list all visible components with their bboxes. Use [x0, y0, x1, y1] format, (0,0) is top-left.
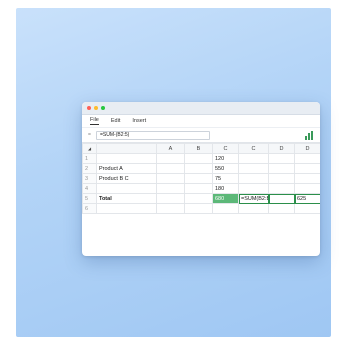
menu-file[interactable]: File	[90, 117, 99, 125]
column-header[interactable]	[96, 143, 157, 154]
cell[interactable]	[156, 193, 185, 204]
table-row: 1 120	[82, 153, 320, 164]
cell[interactable]	[96, 183, 157, 194]
cell[interactable]	[184, 193, 213, 204]
column-header-d[interactable]: D	[268, 143, 295, 154]
cell[interactable]	[238, 173, 269, 184]
cell[interactable]	[96, 203, 157, 214]
cell[interactable]	[294, 183, 320, 194]
cell[interactable]	[268, 203, 295, 214]
table-row: 3 Product B C 75	[82, 173, 320, 184]
cell[interactable]	[294, 153, 320, 164]
cell[interactable]: 75	[212, 173, 239, 184]
formula-input[interactable]: =SUM-(B2:5)	[96, 130, 210, 140]
cell[interactable]: 550	[212, 163, 239, 174]
cell[interactable]	[184, 153, 213, 164]
column-header-b[interactable]: B	[184, 143, 213, 154]
total-value-cell[interactable]: 680	[212, 193, 239, 204]
menu-bar: File Edit Insert	[82, 115, 320, 128]
spreadsheet-grid: ◢ A B C C D D 1 120 2 Product A 550 3 Pr…	[82, 143, 320, 214]
table-row-total: 5 Total 680 =SUM(B2:B5 625	[82, 193, 320, 204]
cell[interactable]: Product A	[96, 163, 157, 174]
formula-cell[interactable]: =SUM(B2:B5	[238, 193, 269, 204]
cell[interactable]	[294, 163, 320, 174]
bar-chart-icon[interactable]	[304, 130, 314, 140]
row-number[interactable]: 4	[82, 183, 97, 194]
minimize-window-icon[interactable]	[94, 106, 98, 110]
formula-bar: = =SUM-(B2:5)	[82, 128, 320, 143]
cell[interactable]	[238, 203, 269, 214]
cell[interactable]	[156, 163, 185, 174]
cell[interactable]	[96, 153, 157, 164]
cell[interactable]	[268, 173, 295, 184]
cell[interactable]	[212, 203, 239, 214]
cell[interactable]	[268, 153, 295, 164]
cell[interactable]	[184, 203, 213, 214]
cell[interactable]	[184, 183, 213, 194]
table-row: 4 180	[82, 183, 320, 194]
cell[interactable]	[156, 203, 185, 214]
cell[interactable]	[184, 173, 213, 184]
cell[interactable]	[156, 153, 185, 164]
title-bar	[82, 102, 320, 115]
column-header-c[interactable]: C	[212, 143, 239, 154]
menu-edit[interactable]: Edit	[111, 118, 120, 124]
cell[interactable]	[156, 173, 185, 184]
result-cell[interactable]: 625	[294, 193, 320, 204]
total-label-cell[interactable]: Total	[96, 193, 157, 204]
cell[interactable]	[268, 163, 295, 174]
cell[interactable]	[294, 173, 320, 184]
cell[interactable]	[268, 183, 295, 194]
cell[interactable]	[238, 183, 269, 194]
cell[interactable]	[238, 153, 269, 164]
cell[interactable]	[184, 163, 213, 174]
cell[interactable]	[268, 193, 295, 204]
column-header-a[interactable]: A	[156, 143, 185, 154]
close-window-icon[interactable]	[87, 106, 91, 110]
table-row: 2 Product A 550	[82, 163, 320, 174]
cell[interactable]: 180	[212, 183, 239, 194]
row-number[interactable]: 2	[82, 163, 97, 174]
formula-label: =	[88, 132, 91, 138]
cell[interactable]: Product B C	[96, 173, 157, 184]
column-header-c2[interactable]: C	[238, 143, 269, 154]
cell[interactable]	[238, 163, 269, 174]
cell[interactable]	[156, 183, 185, 194]
row-number[interactable]: 6	[82, 203, 97, 214]
row-number[interactable]: 3	[82, 173, 97, 184]
column-header-d2[interactable]: D	[294, 143, 320, 154]
table-row: 6	[82, 203, 320, 214]
cell[interactable]	[294, 203, 320, 214]
row-number[interactable]: 5	[82, 193, 97, 204]
select-all-corner[interactable]: ◢	[82, 143, 97, 154]
maximize-window-icon[interactable]	[101, 106, 105, 110]
column-header-row: ◢ A B C C D D	[82, 143, 320, 154]
menu-insert[interactable]: Insert	[132, 118, 146, 124]
spreadsheet-window: File Edit Insert = =SUM-(B2:5) ◢ A B C C…	[82, 102, 320, 256]
cell[interactable]: 120	[212, 153, 239, 164]
row-number[interactable]: 1	[82, 153, 97, 164]
